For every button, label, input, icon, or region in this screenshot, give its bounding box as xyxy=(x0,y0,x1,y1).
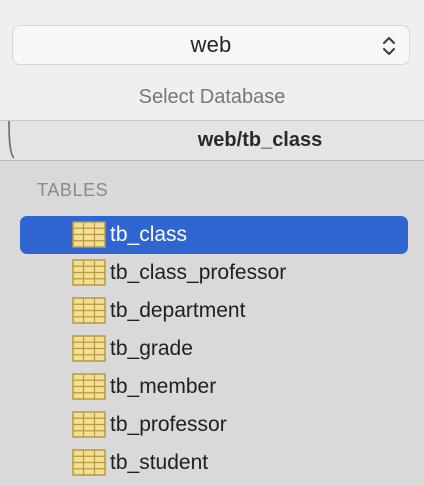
table-item-label: tb_department xyxy=(110,299,246,322)
table-grid-icon xyxy=(72,411,106,438)
table-item[interactable]: tb_class xyxy=(20,216,408,254)
table-grid-icon xyxy=(72,449,106,476)
table-item-label: tb_grade xyxy=(110,337,193,360)
table-item-label: tb_member xyxy=(110,375,217,398)
table-item[interactable]: tb_student xyxy=(20,444,408,482)
database-selector-area: web Select Database xyxy=(0,0,424,120)
table-item-label: tb_professor xyxy=(110,413,227,436)
table-item[interactable]: tb_grade xyxy=(20,330,408,368)
tab-active-table[interactable]: web/tb_class xyxy=(0,121,424,160)
database-select-caption: Select Database xyxy=(138,86,286,108)
database-select[interactable]: web xyxy=(12,25,410,65)
tables-section-header: TABLES xyxy=(37,180,109,200)
table-list: tb_class tb_class_professor tb_departmentt… xyxy=(20,216,408,482)
table-item-label: tb_class_professor xyxy=(110,261,287,284)
up-down-chevron-icon xyxy=(383,37,395,55)
table-item-label: tb_class xyxy=(110,223,188,246)
tab-bar: web/tb_class xyxy=(0,120,424,161)
table-grid-icon xyxy=(72,335,106,362)
table-item[interactable]: tb_class_professor xyxy=(20,254,408,292)
tables-panel: TABLES tb_class tb_class_professor tb_depa… xyxy=(0,161,424,486)
database-select-value: web xyxy=(190,32,232,57)
table-grid-icon xyxy=(72,373,106,400)
table-item-label: tb_student xyxy=(110,451,209,474)
table-item[interactable]: tb_member xyxy=(20,368,408,406)
table-grid-icon xyxy=(72,259,106,286)
table-item[interactable]: tb_professor xyxy=(20,406,408,444)
table-grid-icon xyxy=(72,221,106,248)
table-item[interactable]: tb_department xyxy=(20,292,408,330)
table-grid-icon xyxy=(72,297,106,324)
